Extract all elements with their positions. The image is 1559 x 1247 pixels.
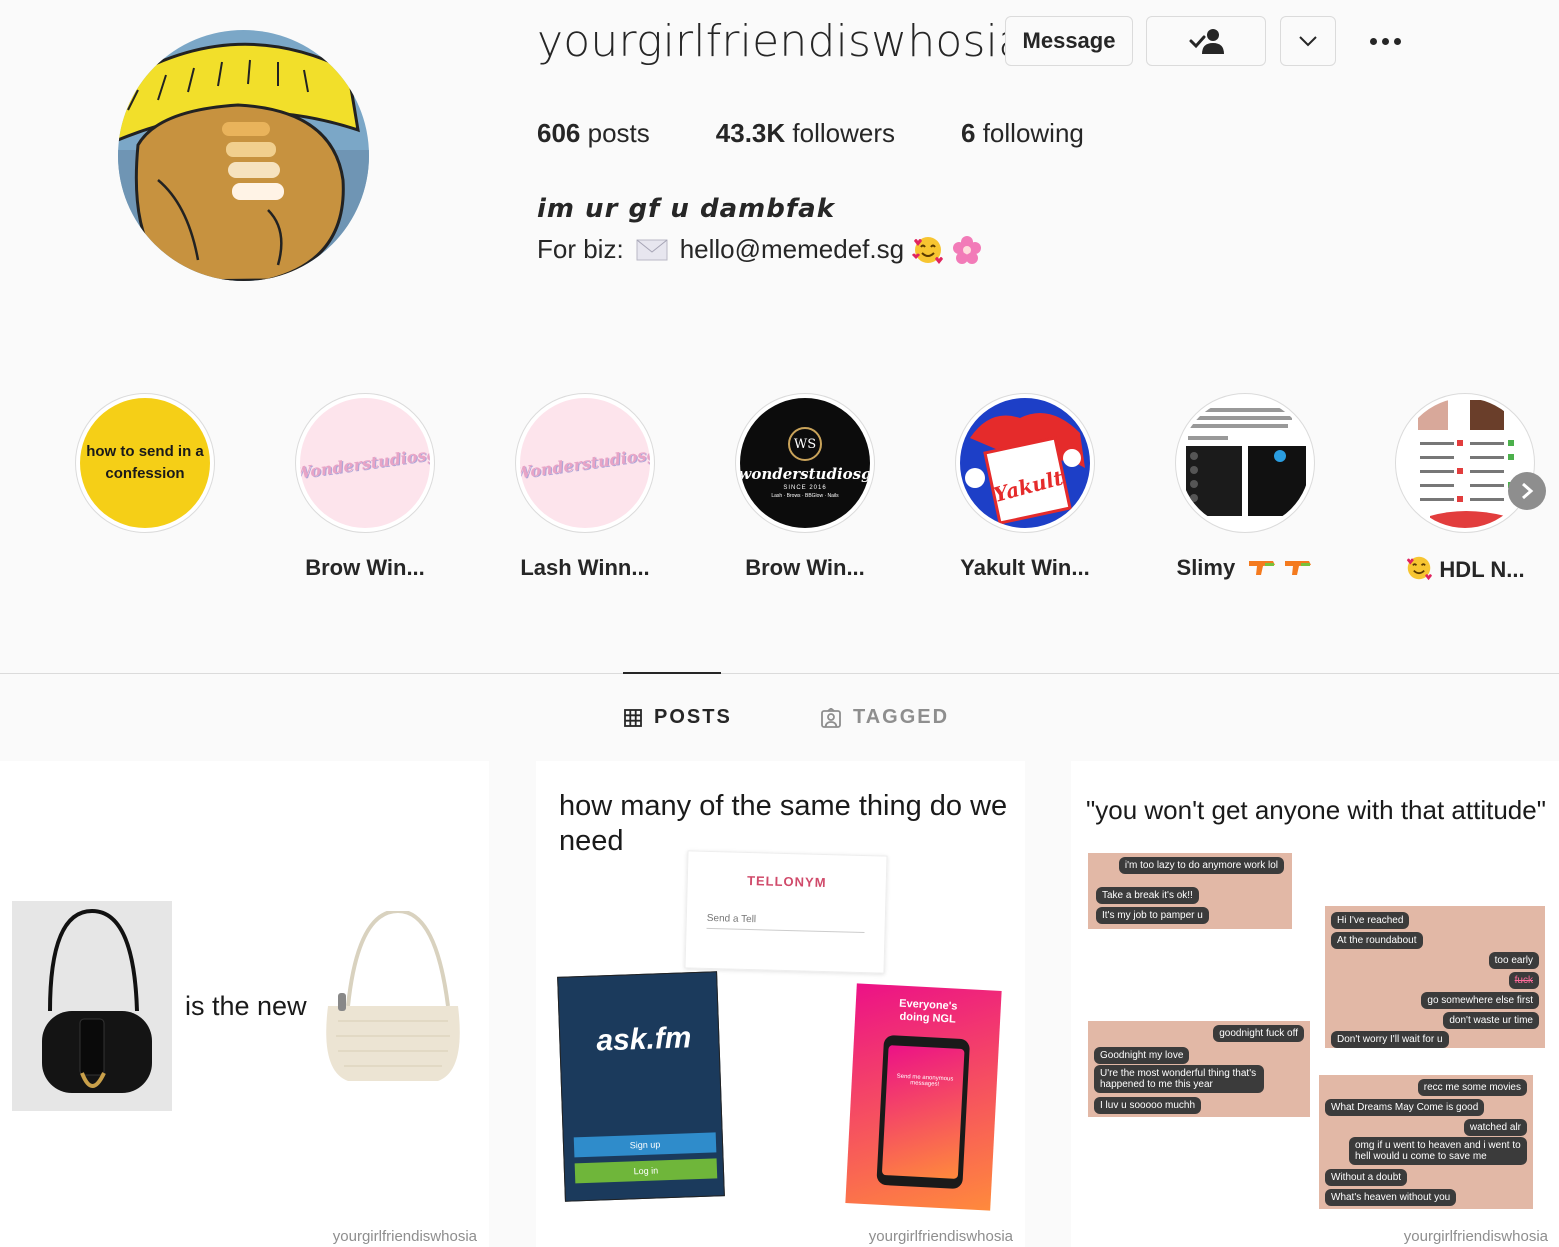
highlight-hdl[interactable]: HDL N... bbox=[1395, 393, 1535, 582]
posts-stat-label: posts bbox=[587, 118, 650, 148]
ws-since: SINCE 2016 bbox=[783, 485, 827, 491]
highlight-label: Lash Winn... bbox=[520, 555, 650, 580]
highlight-brow-winners-2[interactable]: WS wonderstudiosg SINCE 2016 Lash · Brow… bbox=[735, 393, 875, 580]
highlight-yakult-winners[interactable]: Yakult Yakult Win... bbox=[955, 393, 1095, 580]
ngl-screenshot: Everyone's doing NGL Send me anonymous m… bbox=[845, 983, 1002, 1211]
highlights-next-button[interactable] bbox=[1508, 472, 1546, 510]
cream-bag-image bbox=[318, 908, 468, 1096]
chevron-down-icon bbox=[1299, 36, 1317, 47]
chevron-right-icon bbox=[1522, 482, 1534, 500]
highlight-slimy[interactable]: Slimy bbox=[1175, 393, 1315, 580]
post-watermark: yourgirlfriendiswhosia bbox=[868, 1228, 1013, 1245]
post-title-text: how many of the same thing do we need bbox=[559, 790, 1008, 857]
person-check-icon bbox=[1189, 29, 1224, 54]
askfm-screenshot: ask.fm Sign up Log in bbox=[557, 971, 725, 1202]
hdl-cover-screenshot bbox=[1400, 398, 1530, 528]
dot-icon bbox=[1393, 37, 1401, 45]
following-button[interactable] bbox=[1146, 16, 1266, 66]
chat-screenshot: Hi I've reached At the roundabout too ea… bbox=[1325, 906, 1545, 1048]
wonderstudiosg-logo: Wonderstudiosg bbox=[300, 443, 430, 483]
highlight-cover: how to send in a confession bbox=[75, 393, 215, 533]
options-button[interactable] bbox=[1355, 22, 1415, 60]
post-watermark: yourgirlfriendiswhosia bbox=[1403, 1228, 1548, 1245]
tellonym-logo: TELLONYM bbox=[746, 872, 827, 891]
wonderstudiosg-black-logo: WS wonderstudiosg SINCE 2016 Lash · Brow… bbox=[740, 398, 870, 528]
chat-screenshot: i'm too lazy to do anymore work lol Take… bbox=[1088, 853, 1292, 929]
envelope-icon bbox=[636, 239, 668, 260]
highlight-cover-text: how to send in a confession bbox=[86, 443, 204, 482]
message-button[interactable]: Message bbox=[1005, 16, 1133, 66]
highlight-confession[interactable]: how to send in a confession bbox=[75, 393, 215, 533]
smiling-face-with-hearts-icon bbox=[1407, 556, 1433, 581]
tab-posts-label: POSTS bbox=[654, 706, 732, 728]
tellonym-input: Send a Tell bbox=[706, 912, 865, 934]
slimy-cover-screenshot bbox=[1180, 398, 1310, 528]
highlight-cover: Wonderstudiosg bbox=[515, 393, 655, 533]
tab-posts[interactable]: POSTS bbox=[624, 706, 732, 729]
askfm-logo: ask.fm bbox=[595, 1021, 692, 1058]
following-count: 6 bbox=[961, 118, 976, 148]
ngl-subtext: Send me anonymous messages! bbox=[881, 1045, 965, 1179]
chat-screenshot: recc me some movies What Dreams May Come… bbox=[1319, 1075, 1533, 1209]
black-bag-image bbox=[12, 901, 172, 1111]
highlight-brow-winners-1[interactable]: Wonderstudiosg Brow Win... bbox=[295, 393, 435, 580]
highlight-label: HDL N... bbox=[1355, 555, 1559, 583]
highlight-cover bbox=[1175, 393, 1315, 533]
tab-tagged[interactable]: TAGGED bbox=[821, 706, 949, 729]
water-pistol-icon bbox=[1249, 561, 1276, 575]
following-stat-label: following bbox=[982, 118, 1084, 148]
chat-screenshot: goodnight fuck off Goodnight my love U'r… bbox=[1088, 1021, 1310, 1117]
highlight-label: Brow Win... bbox=[745, 555, 865, 580]
post-tile[interactable]: how many of the same thing do we need TE… bbox=[536, 761, 1025, 1247]
followers-stat[interactable]: 43.3K followers bbox=[716, 118, 895, 149]
profile-stats: 606 posts 43.3K followers 6 following bbox=[537, 118, 1150, 149]
grid-icon bbox=[624, 708, 642, 727]
ws-monogram: WS bbox=[788, 427, 822, 461]
bio-name: im ur gf u dambfak bbox=[537, 194, 835, 224]
highlight-label: Slimy bbox=[1135, 555, 1355, 581]
active-tab-indicator bbox=[623, 672, 721, 674]
bio-line: For biz: hello@memedef.sg bbox=[537, 234, 982, 265]
profile-username: yourgirlfriendiswhosia bbox=[537, 16, 1026, 67]
highlight-cover: Wonderstudiosg bbox=[295, 393, 435, 533]
bio-email: hello@memedef.sg bbox=[679, 234, 905, 264]
tab-tagged-label: TAGGED bbox=[853, 706, 950, 728]
tagged-person-icon bbox=[821, 707, 841, 728]
highlight-cover: WS wonderstudiosg SINCE 2016 Lash · Brow… bbox=[735, 393, 875, 533]
cherry-blossom-icon bbox=[953, 235, 982, 264]
bio-prefix: For biz: bbox=[537, 234, 624, 264]
smiling-face-with-hearts-icon bbox=[912, 236, 944, 264]
posts-stat: 606 posts bbox=[537, 118, 650, 149]
highlight-cover: Yakult bbox=[955, 393, 1095, 533]
wonderstudiosg-logo: Wonderstudiosg bbox=[520, 443, 650, 483]
tellonym-screenshot: TELLONYM Send a Tell bbox=[684, 850, 888, 974]
ws-services: Lash · Brows · BBGlow · Nails bbox=[771, 493, 839, 499]
highlight-cover bbox=[1395, 393, 1535, 533]
post-tile[interactable]: "you won't get anyone with that attitude… bbox=[1071, 761, 1559, 1247]
post-watermark: yourgirlfriendiswhosia bbox=[332, 1228, 477, 1245]
profile-avatar[interactable] bbox=[118, 30, 369, 281]
water-pistol-icon bbox=[1285, 561, 1312, 575]
dot-icon bbox=[1381, 37, 1389, 45]
ws-name: wonderstudiosg bbox=[740, 465, 870, 483]
ngl-headline: Everyone's doing NGL bbox=[898, 997, 958, 1026]
dot-icon bbox=[1369, 37, 1377, 45]
yakult-cover-art: Yakult bbox=[960, 398, 1090, 528]
askfm-login: Log in bbox=[574, 1158, 718, 1184]
post-title-text: "you won't get anyone with that attitude… bbox=[1086, 795, 1546, 825]
post-caption-text: is the new bbox=[185, 991, 307, 1021]
highlight-label: Brow Win... bbox=[305, 555, 425, 580]
askfm-signup: Sign up bbox=[573, 1132, 717, 1158]
suggested-dropdown-button[interactable] bbox=[1280, 16, 1336, 66]
highlight-lash-winners[interactable]: Wonderstudiosg Lash Winn... bbox=[515, 393, 655, 580]
followers-stat-label: followers bbox=[792, 118, 895, 148]
following-stat[interactable]: 6 following bbox=[961, 118, 1084, 149]
highlight-label: Yakult Win... bbox=[960, 555, 1090, 580]
posts-count: 606 bbox=[537, 118, 581, 148]
followers-count: 43.3K bbox=[715, 118, 786, 148]
tabs-divider bbox=[0, 673, 1559, 674]
post-tile[interactable]: is the new yourgirlfriendiswhosia bbox=[0, 761, 489, 1247]
